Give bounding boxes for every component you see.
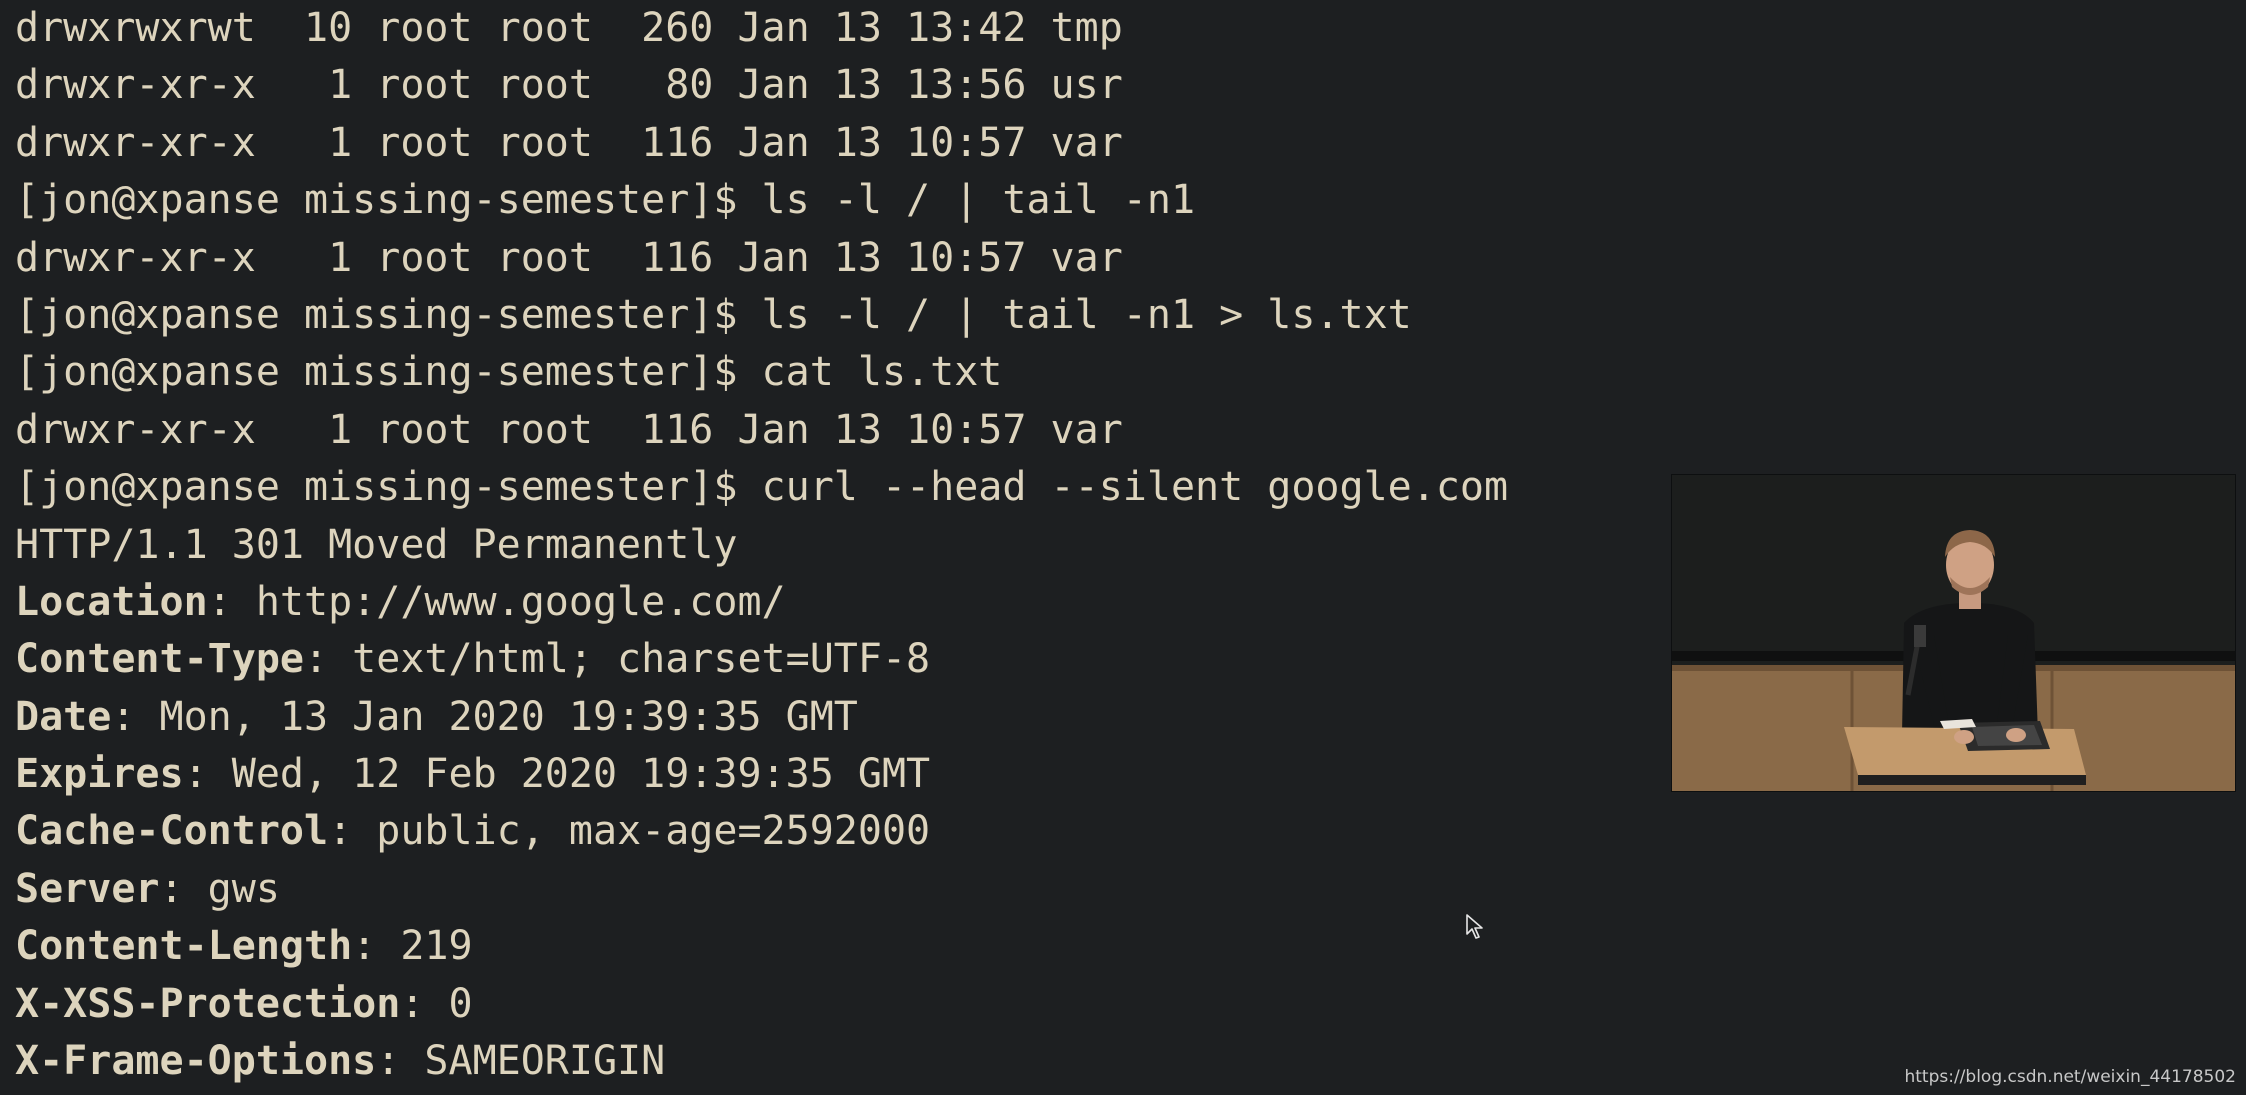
screen: drwxrwxrwt 10 root root 260 Jan 13 13:42…: [0, 0, 2246, 1095]
terminal-command-line: [jon@xpanse missing-semester]$ ls -l / |…: [15, 287, 1655, 344]
http-header-name: Content-Length: [15, 923, 353, 970]
http-header-value: : SAMEORIGIN: [376, 1038, 666, 1085]
http-header-name: Location: [15, 578, 208, 625]
terminal-output-line: HTTP/1.1 301 Moved Permanently: [15, 521, 738, 568]
http-header-name: Cache-Control: [15, 808, 329, 855]
http-header-value: : text/html; charset=UTF-8: [303, 636, 931, 683]
http-header-line: X-XSS-Protection: 0: [15, 976, 1655, 1033]
lecturer-video-overlay: [1671, 474, 2236, 792]
shell-prompt: [jon@xpanse missing-semester]$: [15, 177, 762, 224]
http-header-name: Date: [15, 693, 112, 740]
http-header-name: X-XSS-Protection: [15, 980, 401, 1027]
http-header-value: : Mon, 13 Jan 2020 19:39:35 GMT: [111, 693, 858, 740]
shell-command: cat ls.txt: [761, 349, 1003, 396]
terminal-command-line: [jon@xpanse missing-semester]$ ls -l / |…: [15, 172, 1655, 229]
shell-prompt: [jon@xpanse missing-semester]$: [15, 291, 762, 338]
terminal-output-line: drwxr-xr-x 1 root root 116 Jan 13 10:57 …: [15, 406, 1123, 453]
http-header-name: X-Frame-Options: [15, 1038, 377, 1085]
http-header-value: : 0: [400, 980, 473, 1027]
terminal-output[interactable]: drwxrwxrwt 10 root root 260 Jan 13 13:42…: [15, 0, 1655, 1090]
shell-command: curl --head --silent google.com: [761, 464, 1509, 511]
terminal-output-line: drwxr-xr-x 1 root root 116 Jan 13 10:57 …: [15, 234, 1123, 281]
terminal-output-line: drwxr-xr-x 1 root root 116 Jan 13 10:57 …: [15, 119, 1123, 166]
http-header-line: Location: http://www.google.com/: [15, 574, 1655, 631]
terminal-output-line: drwxr-xr-x 1 root root 80 Jan 13 13:56 u…: [15, 62, 1123, 109]
http-header-name: Expires: [15, 751, 184, 798]
http-header-value: : gws: [159, 865, 280, 912]
lecturer-video-frame: [1672, 475, 2235, 791]
http-header-line: Server: gws: [15, 861, 1655, 918]
http-header-name: Server: [15, 865, 160, 912]
http-header-value: : http://www.google.com/: [207, 578, 786, 625]
watermark-url: https://blog.csdn.net/weixin_44178502: [1904, 1067, 2236, 1087]
http-header-line: X-Frame-Options: SAMEORIGIN: [15, 1033, 1655, 1090]
http-header-name: Content-Type: [15, 636, 304, 683]
terminal-command-line: [jon@xpanse missing-semester]$ curl --he…: [15, 459, 1655, 516]
mouse-pointer-icon: [1466, 914, 1483, 939]
shell-command: ls -l / | tail -n1: [761, 177, 1196, 224]
terminal-output-line: drwxrwxrwt 10 root root 260 Jan 13 13:42…: [15, 5, 1123, 51]
http-header-value: : 219: [352, 923, 473, 970]
shell-command: ls -l / | tail -n1 > ls.txt: [761, 291, 1412, 338]
http-header-line: Expires: Wed, 12 Feb 2020 19:39:35 GMT: [15, 746, 1655, 803]
http-header-line: Cache-Control: public, max-age=2592000: [15, 803, 1655, 860]
http-header-line: Content-Length: 219: [15, 918, 1655, 975]
shell-prompt: [jon@xpanse missing-semester]$: [15, 464, 762, 511]
http-header-value: : public, max-age=2592000: [328, 808, 931, 855]
shell-prompt: [jon@xpanse missing-semester]$: [15, 349, 762, 396]
http-header-line: Content-Type: text/html; charset=UTF-8: [15, 631, 1655, 688]
http-header-value: : Wed, 12 Feb 2020 19:39:35 GMT: [183, 751, 931, 798]
http-header-line: Date: Mon, 13 Jan 2020 19:39:35 GMT: [15, 689, 1655, 746]
terminal-command-line: [jon@xpanse missing-semester]$ cat ls.tx…: [15, 344, 1655, 401]
